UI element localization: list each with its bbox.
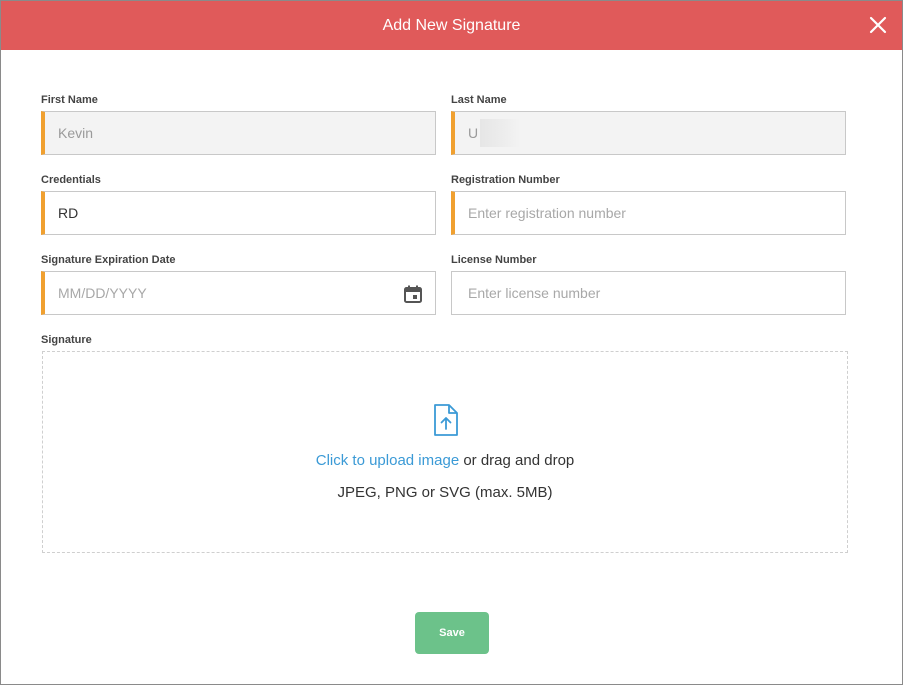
signature-dropzone[interactable]: Click to upload image or drag and drop J… (42, 351, 848, 553)
first-name-value: Kevin (58, 125, 94, 141)
save-button[interactable]: Save (415, 612, 489, 654)
calendar-icon[interactable] (403, 284, 423, 304)
last-name-label: Last Name (451, 94, 507, 106)
modal-title: Add New Signature (382, 17, 521, 34)
license-number-label: License Number (451, 254, 537, 266)
credentials-label: Credentials (41, 174, 101, 186)
last-name-value: U (468, 125, 479, 141)
modal-header: Add New Signature (1, 1, 902, 50)
first-name-label: First Name (41, 94, 98, 106)
credentials-field[interactable]: RD (41, 191, 436, 235)
license-number-field[interactable]: Enter license number (451, 271, 846, 315)
registration-number-label: Registration Number (451, 174, 560, 186)
first-name-field[interactable]: Kevin (41, 111, 436, 155)
registration-number-field[interactable]: Enter registration number (451, 191, 846, 235)
expiration-date-field[interactable]: MM/DD/YYYY (41, 271, 436, 315)
upload-formats: JPEG, PNG or SVG (max. 5MB) (337, 484, 553, 501)
close-icon[interactable] (868, 15, 888, 35)
license-number-placeholder: Enter license number (468, 285, 601, 301)
registration-number-placeholder: Enter registration number (468, 205, 626, 221)
file-upload-icon (434, 404, 458, 436)
upload-suffix: or drag and drop (459, 452, 575, 469)
credentials-value: RD (58, 205, 79, 221)
upload-link[interactable]: Click to upload image (316, 452, 459, 469)
signature-label: Signature (41, 334, 92, 346)
add-signature-modal: Add New Signature First Name Kevin Last … (0, 0, 903, 685)
expiration-date-placeholder: MM/DD/YYYY (58, 285, 147, 301)
last-name-field[interactable]: U (451, 111, 846, 155)
redaction-blur (480, 119, 521, 147)
upload-instruction: Click to upload image or drag and drop (43, 452, 847, 469)
expiration-date-label: Signature Expiration Date (41, 254, 176, 266)
